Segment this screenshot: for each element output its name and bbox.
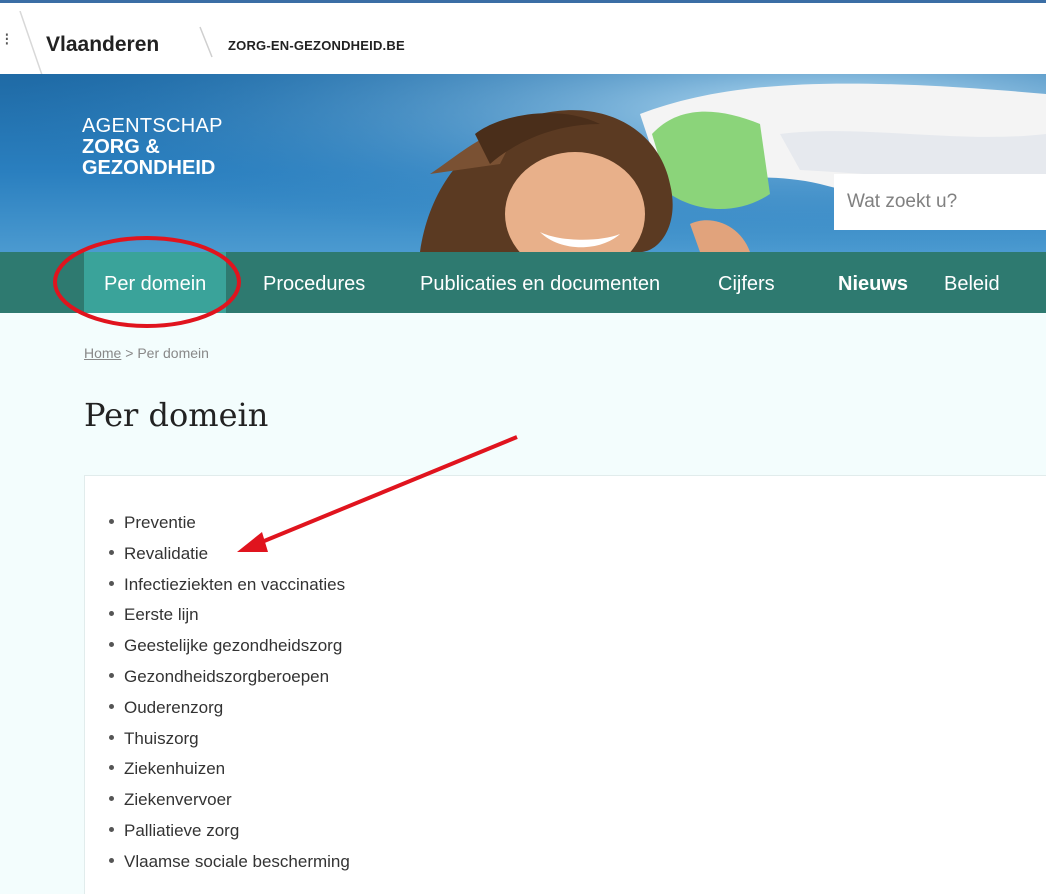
domain-link-revalidatie[interactable]: Revalidatie: [124, 544, 208, 563]
main-navigation: Per domein Procedures Publicaties en doc…: [0, 252, 1046, 313]
vlaanderen-header: ⁝ Vlaanderen ZORG-EN-GEZONDHEID.BE: [0, 0, 1046, 75]
site-name-link[interactable]: ZORG-EN-GEZONDHEID.BE: [228, 38, 405, 53]
breadcrumb-current: Per domein: [137, 345, 209, 361]
domain-list-card: Preventie Revalidatie Infectieziekten en…: [84, 475, 1046, 894]
top-accent-line: [876, 0, 1046, 3]
bullet-icon: [109, 673, 114, 678]
logo-line-2: ZORG &: [82, 136, 160, 158]
list-item: Ziekenhuizen: [109, 754, 350, 785]
bullet-icon: [109, 796, 114, 802]
domain-list: Preventie Revalidatie Infectieziekten en…: [109, 508, 350, 878]
list-item: Revalidatie: [109, 539, 350, 570]
bullet-icon: [109, 580, 114, 586]
agency-logo[interactable]: AGENTSCHAP ZORG & GEZONDHEID: [82, 116, 223, 179]
list-item: Thuiszorg: [109, 724, 350, 755]
domain-link-preventie[interactable]: Preventie: [124, 513, 196, 532]
list-item: Vlaamse sociale bescherming: [109, 847, 350, 878]
bullet-icon: [109, 519, 114, 525]
list-item: Ziekenvervoer: [109, 785, 350, 816]
list-item: Gezondheidszorgberoepen: [109, 662, 350, 693]
list-item: Geestelijke gezondheidszorg: [109, 631, 350, 662]
bullet-icon: [109, 703, 114, 709]
logo-line-3: GEZONDHEID: [82, 157, 216, 179]
bullet-icon: [109, 765, 114, 771]
nav-item-publicaties[interactable]: Publicaties en documenten: [420, 252, 660, 313]
domain-link-ziekenhuizen[interactable]: Ziekenhuizen: [124, 759, 225, 778]
header-divider-icon: [19, 11, 43, 75]
hero-banner: AGENTSCHAP ZORG & GEZONDHEID: [0, 74, 1046, 252]
domain-link-vlaamse-sociale-bescherming[interactable]: Vlaamse sociale bescherming: [124, 852, 350, 871]
list-item: Palliatieve zorg: [109, 816, 350, 847]
logo-line-1: AGENTSCHAP: [82, 115, 223, 137]
bullet-icon: [109, 826, 114, 832]
domain-link-eerste-lijn[interactable]: Eerste lijn: [124, 605, 199, 624]
vlaanderen-brand-link[interactable]: Vlaanderen: [46, 33, 159, 57]
breadcrumb-separator: >: [121, 345, 138, 361]
menu-dots-icon[interactable]: ⁝: [4, 25, 18, 55]
domain-link-ziekenvervoer[interactable]: Ziekenvervoer: [124, 790, 232, 809]
domain-link-thuiszorg[interactable]: Thuiszorg: [124, 729, 199, 748]
nav-item-cijfers[interactable]: Cijfers: [718, 252, 775, 313]
domain-link-infectieziekten[interactable]: Infectieziekten en vaccinaties: [124, 575, 345, 594]
search-input[interactable]: [834, 174, 1046, 230]
bullet-icon: [109, 857, 114, 863]
nav-item-per-domein[interactable]: Per domein: [84, 252, 227, 313]
domain-link-gezondheidszorgberoepen[interactable]: Gezondheidszorgberoepen: [124, 667, 329, 686]
bullet-icon: [109, 642, 114, 648]
nav-item-procedures[interactable]: Procedures: [263, 252, 365, 313]
nav-item-nieuws[interactable]: Nieuws: [838, 252, 908, 313]
nav-item-beleid[interactable]: Beleid: [944, 252, 1000, 313]
bullet-icon: [109, 611, 114, 617]
list-item: Preventie: [109, 508, 350, 539]
bullet-icon: [109, 734, 114, 740]
list-item: Ouderenzorg: [109, 693, 350, 724]
breadcrumb-home-link[interactable]: Home: [84, 345, 121, 361]
domain-link-palliatieve-zorg[interactable]: Palliatieve zorg: [124, 821, 239, 840]
brand-separator-icon: [199, 26, 213, 58]
list-item: Infectieziekten en vaccinaties: [109, 570, 350, 601]
list-item: Eerste lijn: [109, 600, 350, 631]
domain-link-geestelijke-gezondheidszorg[interactable]: Geestelijke gezondheidszorg: [124, 636, 342, 655]
bullet-icon: [109, 549, 114, 555]
page-title: Per domein: [84, 396, 269, 434]
domain-link-ouderenzorg[interactable]: Ouderenzorg: [124, 698, 223, 717]
breadcrumb: Home > Per domein: [84, 345, 209, 361]
